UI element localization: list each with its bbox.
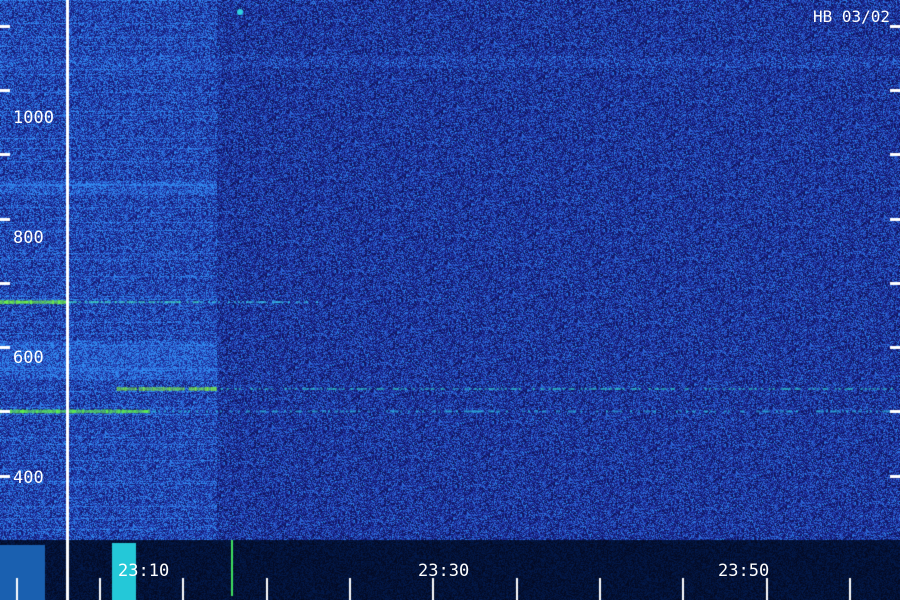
spectrogram: HB 03/02 1000 800 600 400 23:10 23:30 23… (0, 0, 900, 600)
y-tick-label: 1000 (13, 108, 54, 128)
y-tick-label: 600 (13, 348, 44, 368)
spectrogram-canvas (0, 0, 900, 600)
y-tick-label: 800 (13, 228, 44, 248)
x-tick-label: 23:50 (718, 561, 770, 581)
y-tick-label: 400 (13, 468, 44, 488)
x-tick-label: 23:30 (418, 561, 470, 581)
station-label: HB 03/02 (812, 7, 890, 26)
x-tick-label: 23:10 (118, 561, 170, 581)
